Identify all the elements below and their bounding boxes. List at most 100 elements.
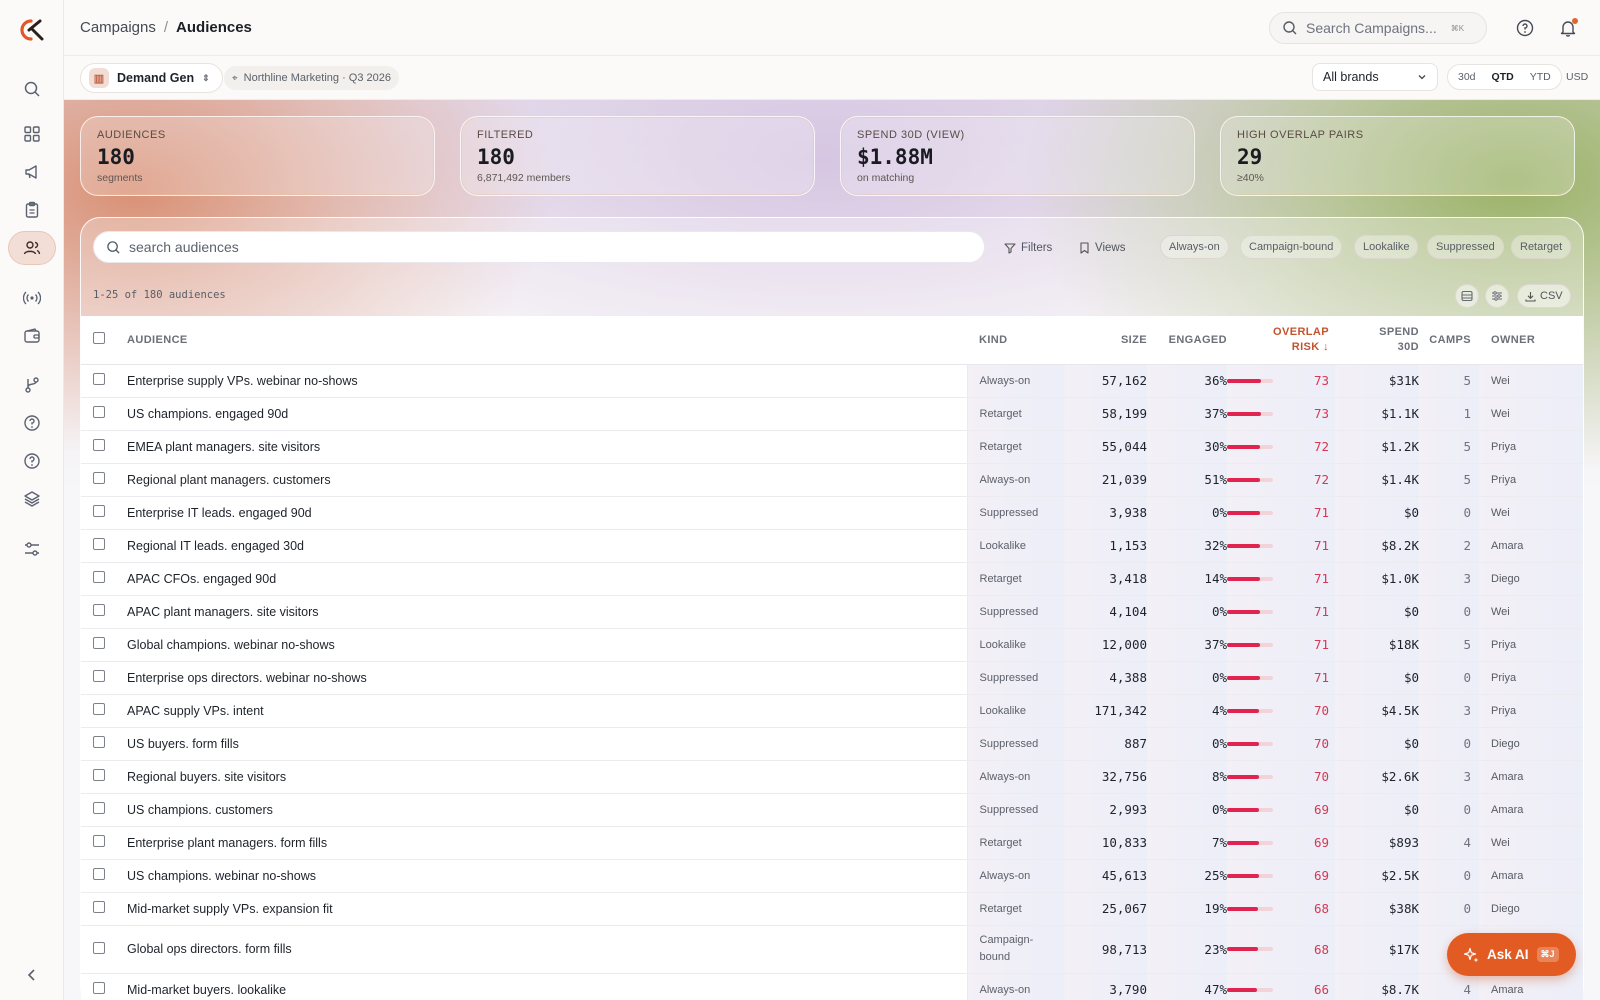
wallet-nav-icon[interactable] [8, 319, 56, 353]
collapse-sidebar-icon[interactable] [8, 958, 56, 992]
range-ytd[interactable]: YTD [1523, 67, 1558, 87]
table-row[interactable]: Global champions. webinar no-shows Lookal… [81, 628, 1583, 662]
row-checkbox[interactable] [81, 793, 117, 827]
row-checkbox[interactable] [81, 760, 117, 794]
row-checkbox[interactable] [81, 628, 117, 662]
currency-label[interactable]: USD [1566, 71, 1588, 83]
broadcast-nav-icon[interactable] [8, 281, 56, 315]
row-checkbox[interactable] [81, 661, 117, 695]
row-checkbox[interactable] [81, 562, 117, 596]
layers-nav-icon[interactable] [8, 482, 56, 516]
column-camps[interactable]: Camps [1419, 316, 1479, 365]
audience-name[interactable]: Enterprise supply VPs. webinar no-shows [117, 364, 968, 398]
audience-name[interactable]: Mid-market supply VPs. expansion fit [117, 892, 968, 926]
branch-nav-icon[interactable] [8, 368, 56, 402]
row-checkbox[interactable] [81, 925, 117, 974]
audience-search-input[interactable]: search audiences [93, 231, 985, 263]
row-checkbox[interactable] [81, 694, 117, 728]
brand-select[interactable]: All brands [1312, 63, 1438, 91]
select-all-checkbox[interactable] [81, 316, 117, 365]
table-row[interactable]: Regional IT leads. engaged 30d Lookalike 1… [81, 529, 1583, 563]
audience-name[interactable]: Regional buyers. site visitors [117, 760, 968, 794]
table-row[interactable]: Mid-market supply VPs. expansion fit Reta… [81, 892, 1583, 926]
audience-name[interactable]: EMEA plant managers. site visitors [117, 430, 968, 464]
chip-always-on[interactable]: Always-on [1160, 235, 1229, 259]
column-size[interactable]: Size [1065, 316, 1147, 365]
settings-sliders-nav-icon[interactable] [8, 532, 56, 566]
audience-name[interactable]: Regional plant managers. customers [117, 463, 968, 497]
help-nav-icon[interactable] [8, 406, 56, 440]
audience-name[interactable]: US champions. webinar no-shows [117, 859, 968, 893]
audience-name[interactable]: Mid-market buyers. lookalike [117, 973, 968, 1000]
row-checkbox[interactable] [81, 859, 117, 893]
table-row[interactable]: EMEA plant managers. site visitors Retarg… [81, 430, 1583, 464]
table-row[interactable]: Regional buyers. site visitors Always-on 3… [81, 760, 1583, 794]
search-nav-icon[interactable] [8, 72, 56, 106]
row-checkbox[interactable] [81, 595, 117, 629]
density-icon[interactable] [1455, 284, 1479, 308]
workspace-switcher[interactable]: ▥ Demand Gen ⇕ [80, 63, 223, 93]
export-csv-button[interactable]: CSV [1517, 284, 1571, 308]
row-checkbox[interactable] [81, 397, 117, 431]
row-checkbox[interactable] [81, 364, 117, 398]
table-row[interactable]: US champions. engaged 90d Retarget 58,199 3… [81, 397, 1583, 431]
audience-name[interactable]: Global ops directors. form fills [117, 925, 968, 974]
column-engaged[interactable]: Engaged [1147, 316, 1227, 365]
table-row[interactable]: APAC plant managers. site visitors Suppre… [81, 595, 1583, 629]
dashboard-nav-icon[interactable] [8, 117, 56, 151]
audiences-nav-icon[interactable] [8, 231, 56, 265]
table-row[interactable]: Enterprise supply VPs. webinar no-shows A… [81, 364, 1583, 398]
column-spend[interactable]: Spend 30D [1335, 316, 1419, 365]
breadcrumb-parent[interactable]: Campaigns [80, 19, 156, 36]
table-row[interactable]: APAC supply VPs. intent Lookalike 171,342 4… [81, 694, 1583, 728]
table-row[interactable]: US buyers. form fills Suppressed 887 0% 70 $0… [81, 727, 1583, 761]
table-row[interactable]: Enterprise IT leads. engaged 90d Suppress… [81, 496, 1583, 530]
column-audience[interactable]: Audience [117, 316, 967, 365]
clipboard-nav-icon[interactable] [8, 193, 56, 227]
audience-name[interactable]: Regional IT leads. engaged 30d [117, 529, 968, 563]
column-kind[interactable]: Kind [967, 316, 1065, 365]
table-row[interactable]: Enterprise ops directors. webinar no-sho… [81, 661, 1583, 695]
row-checkbox[interactable] [81, 463, 117, 497]
table-row[interactable]: US champions. customers Suppressed 2,993 0%… [81, 793, 1583, 827]
row-checkbox[interactable] [81, 826, 117, 860]
range-qtd[interactable]: QTD [1485, 67, 1521, 87]
row-checkbox[interactable] [81, 529, 117, 563]
support-nav-icon[interactable] [8, 444, 56, 478]
row-checkbox[interactable] [81, 430, 117, 464]
chip-suppressed[interactable]: Suppressed [1427, 235, 1504, 259]
views-button[interactable]: Views [1073, 236, 1131, 260]
row-checkbox[interactable] [81, 496, 117, 530]
chip-campaign-bound[interactable]: Campaign-bound [1240, 235, 1343, 259]
row-checkbox[interactable] [81, 892, 117, 926]
audience-name[interactable]: US champions. customers [117, 793, 968, 827]
column-owner[interactable]: Owner [1479, 316, 1583, 365]
audience-name[interactable]: Global champions. webinar no-shows [117, 628, 968, 662]
columns-settings-icon[interactable] [1485, 284, 1509, 308]
table-row[interactable]: Global ops directors. form fills Campaign… [81, 925, 1583, 974]
table-row[interactable]: Regional plant managers. customers Always… [81, 463, 1583, 497]
audience-name[interactable]: APAC supply VPs. intent [117, 694, 968, 728]
bell-icon[interactable] [1558, 18, 1578, 38]
chip-retarget[interactable]: Retarget [1511, 235, 1572, 259]
global-search-input[interactable]: Search Campaigns... ⌘K [1269, 12, 1487, 44]
filters-button[interactable]: Filters [998, 236, 1058, 260]
audience-name[interactable]: Enterprise plant managers. form fills [117, 826, 968, 860]
row-checkbox[interactable] [81, 727, 117, 761]
ask-ai-button[interactable]: Ask AI ⌘J [1447, 933, 1576, 976]
app-logo[interactable] [18, 18, 46, 42]
row-checkbox[interactable] [81, 973, 117, 1000]
column-overlap-risk[interactable]: Overlap Risk ↓ [1227, 316, 1335, 365]
table-row[interactable]: Mid-market buyers. lookalike Always-on 3,7… [81, 973, 1583, 1000]
audience-name[interactable]: APAC plant managers. site visitors [117, 595, 968, 629]
help-icon[interactable] [1515, 18, 1535, 38]
audience-name[interactable]: US champions. engaged 90d [117, 397, 968, 431]
table-row[interactable]: APAC CFOs. engaged 90d Retarget 3,418 14% 71… [81, 562, 1583, 596]
megaphone-nav-icon[interactable] [8, 155, 56, 189]
table-row[interactable]: Enterprise plant managers. form fills Ret… [81, 826, 1583, 860]
audience-name[interactable]: Enterprise ops directors. webinar no-sho… [117, 661, 968, 695]
audience-name[interactable]: Enterprise IT leads. engaged 90d [117, 496, 968, 530]
chip-lookalike[interactable]: Lookalike [1354, 235, 1419, 259]
audience-name[interactable]: APAC CFOs. engaged 90d [117, 562, 968, 596]
audience-name[interactable]: US buyers. form fills [117, 727, 968, 761]
